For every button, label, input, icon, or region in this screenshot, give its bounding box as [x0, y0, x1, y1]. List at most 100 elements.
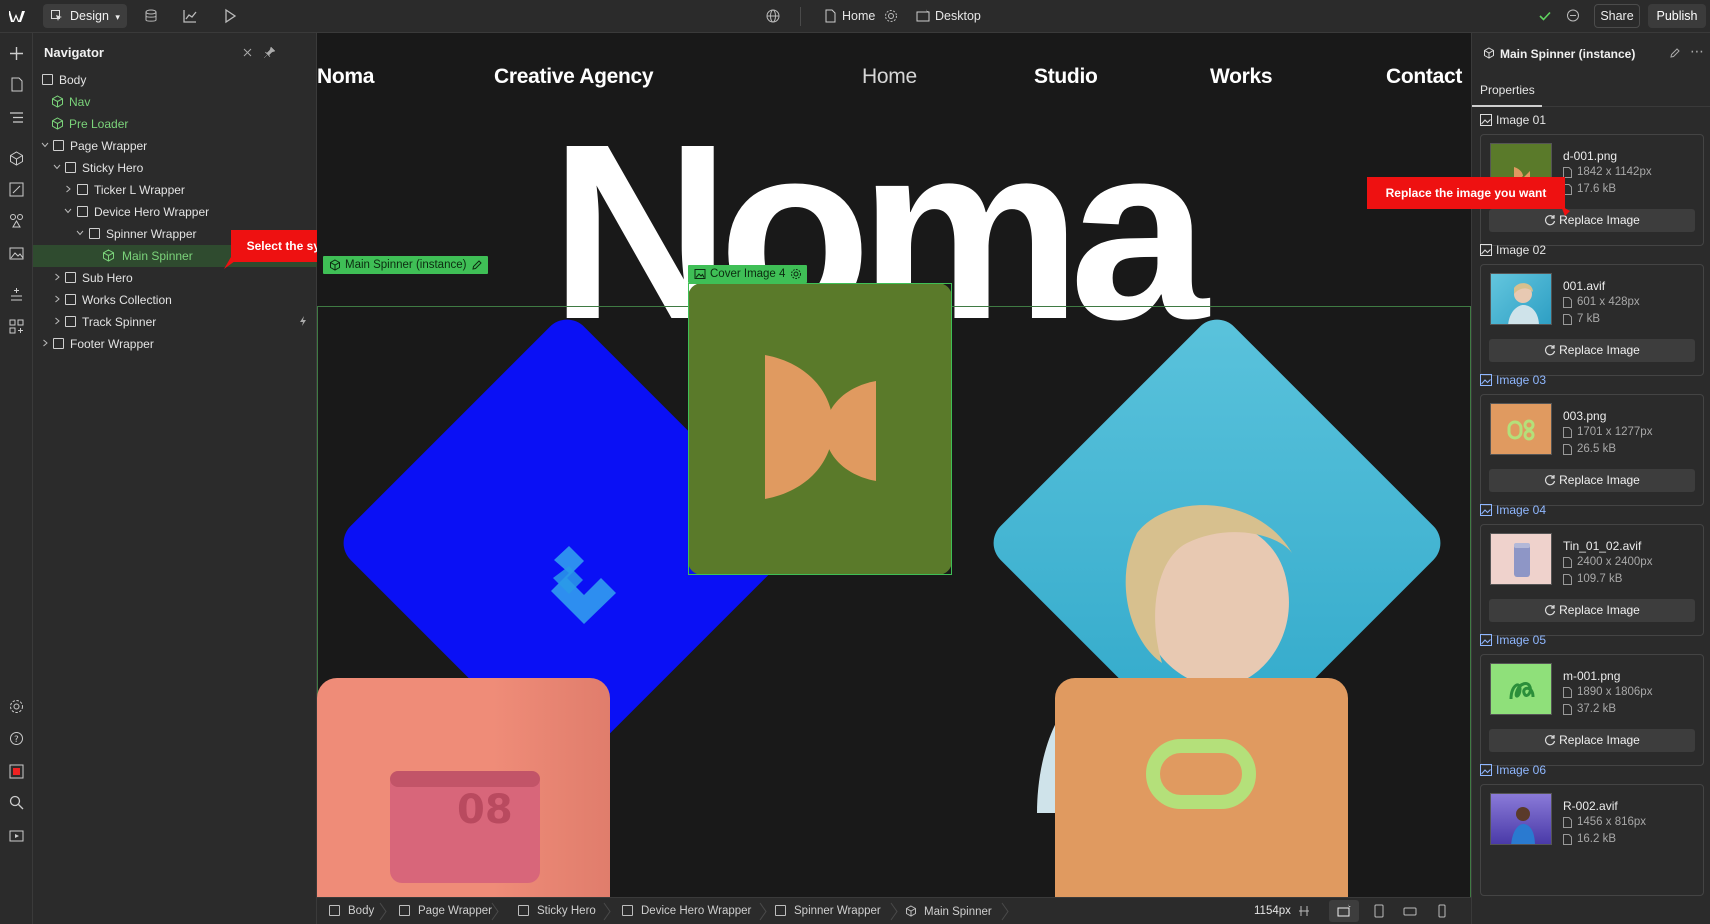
component-icon: [330, 259, 340, 271]
tree-item-device-hero-wrapper[interactable]: Device Hero Wrapper: [33, 201, 317, 223]
site-brand[interactable]: Noma: [317, 65, 374, 89]
breadcrumb-main-spinner[interactable]: Main Spinner: [905, 905, 992, 918]
breadcrumb-spinner-wrapper[interactable]: Spinner Wrapper: [775, 905, 881, 917]
tree-item-body[interactable]: Body: [33, 69, 317, 91]
chevron-right-icon[interactable]: [52, 272, 62, 282]
breakpoint-label[interactable]: Desktop: [935, 8, 981, 24]
properties-tab[interactable]: Properties: [1480, 83, 1535, 97]
image-01-label: Image 01: [1480, 113, 1546, 127]
refresh-icon: [1545, 475, 1556, 486]
image-thumbnail[interactable]: [1490, 793, 1552, 845]
breadcrumb-device-hero-wrapper[interactable]: Device Hero Wrapper: [622, 905, 751, 917]
publish-button[interactable]: Publish: [1648, 4, 1706, 28]
image-05-label: Image 05: [1480, 633, 1546, 647]
element-box-icon: [65, 316, 76, 327]
chevron-down-icon[interactable]: [63, 206, 73, 216]
tree-item-nav[interactable]: Nav: [33, 91, 317, 113]
settings-gear-icon[interactable]: [8, 698, 25, 715]
tree-item-works-collection[interactable]: Works Collection: [33, 289, 317, 311]
image-03-label: Image 03: [1480, 373, 1546, 387]
callout-pointer: [224, 257, 235, 269]
canvas-width-readout[interactable]: 1154px: [1254, 905, 1291, 917]
record-icon[interactable]: [8, 763, 25, 780]
design-canvas[interactable]: Noma Creative Agency Home Studio Works C…: [317, 33, 1471, 897]
image-thumbnail[interactable]: [1490, 533, 1552, 585]
edit-pencil-icon[interactable]: [471, 259, 483, 271]
globe-icon[interactable]: [765, 8, 781, 24]
chevron-down-icon[interactable]: [75, 228, 85, 238]
tablet-breakpoint-icon[interactable]: [1371, 903, 1387, 919]
assets-icon[interactable]: [8, 245, 25, 262]
chevron-down-icon[interactable]: [40, 140, 50, 150]
comments-icon[interactable]: [1565, 8, 1581, 24]
tree-item-ticker-l-wrapper[interactable]: Ticker L Wrapper: [33, 179, 317, 201]
replace-image-button[interactable]: Replace Image: [1489, 469, 1695, 492]
image-thumbnail[interactable]: [1490, 273, 1552, 325]
more-options-icon[interactable]: ⋯: [1690, 43, 1704, 60]
design-mode-button[interactable]: Design ▾: [43, 4, 127, 28]
settings-gear-icon[interactable]: [790, 268, 802, 280]
replace-image-button[interactable]: Replace Image: [1489, 599, 1695, 622]
video-tutorials-icon[interactable]: [8, 827, 25, 844]
desktop-breakpoint-icon[interactable]: [1336, 903, 1352, 919]
breadcrumb-body[interactable]: Body: [329, 905, 374, 917]
element-box-icon: [42, 74, 53, 85]
width-resize-icon[interactable]: [1296, 903, 1312, 919]
tree-item-pre-loader[interactable]: Pre Loader: [33, 113, 317, 135]
components-icon[interactable]: [8, 150, 25, 167]
interactions-icon[interactable]: [8, 286, 25, 303]
site-nav-home[interactable]: Home: [862, 65, 917, 89]
site-nav-studio[interactable]: Studio: [1034, 65, 1098, 89]
component-icon: [906, 905, 916, 917]
breadcrumb-sticky-hero[interactable]: Sticky Hero: [518, 905, 596, 917]
image-thumbnail[interactable]: [1490, 663, 1552, 715]
cms-database-icon[interactable]: [143, 8, 159, 24]
collapse-icon[interactable]: [241, 46, 254, 59]
pin-icon[interactable]: [263, 46, 276, 59]
site-nav-contact[interactable]: Contact: [1386, 65, 1462, 89]
mobile-portrait-breakpoint-icon[interactable]: [1434, 903, 1450, 919]
pages-icon[interactable]: [8, 76, 25, 93]
image-icon: [1480, 114, 1492, 126]
chevron-right-icon[interactable]: [63, 184, 73, 194]
image-06-card: R-002.avif 1456 x 816px 16.2 kB: [1480, 784, 1704, 896]
help-icon[interactable]: ?: [8, 730, 25, 747]
chevron-down-icon[interactable]: [52, 162, 62, 172]
replace-image-button[interactable]: Replace Image: [1489, 209, 1695, 232]
tree-item-sticky-hero[interactable]: Sticky Hero: [33, 157, 317, 179]
main-spinner-instance-tag[interactable]: Main Spinner (instance): [323, 256, 489, 274]
chevron-right-icon[interactable]: [52, 316, 62, 326]
cover-image-tag[interactable]: Cover Image 4: [688, 265, 808, 283]
edit-component-icon[interactable]: [1669, 47, 1681, 59]
site-nav-works[interactable]: Works: [1210, 65, 1273, 89]
tree-item-sub-hero[interactable]: Sub Hero: [33, 267, 317, 289]
style-selectors-icon[interactable]: [8, 212, 25, 229]
search-icon[interactable]: [8, 794, 25, 811]
replace-image-button[interactable]: Replace Image: [1489, 729, 1695, 752]
webflow-logo-icon[interactable]: [8, 8, 27, 24]
image-icon: [1480, 504, 1492, 516]
navigator-icon[interactable]: [8, 109, 25, 126]
breadcrumb-page-wrapper[interactable]: Page Wrapper: [399, 905, 492, 917]
image-thumbnail[interactable]: [1490, 403, 1552, 455]
analytics-icon[interactable]: [182, 8, 198, 24]
element-box-icon: [775, 905, 786, 916]
page-settings-gear-icon[interactable]: [883, 8, 899, 24]
image-dimensions: 601 x 428px: [1563, 296, 1640, 308]
apps-icon[interactable]: [8, 318, 25, 335]
chevron-right-icon[interactable]: [40, 338, 50, 348]
image-icon: [1480, 634, 1492, 646]
tree-item-page-wrapper[interactable]: Page Wrapper: [33, 135, 317, 157]
mobile-landscape-breakpoint-icon[interactable]: [1402, 903, 1418, 919]
breadcrumb-separator: [1001, 902, 1009, 921]
tree-item-footer-wrapper[interactable]: Footer Wrapper: [33, 333, 317, 355]
variables-icon[interactable]: [8, 181, 25, 198]
image-icon: [1480, 764, 1492, 776]
replace-image-button[interactable]: Replace Image: [1489, 339, 1695, 362]
add-elements-icon[interactable]: [8, 45, 25, 62]
share-button[interactable]: Share: [1594, 4, 1640, 28]
preview-play-icon[interactable]: [222, 8, 238, 24]
tree-item-track-spinner[interactable]: Track Spinner: [33, 311, 317, 333]
chevron-right-icon[interactable]: [52, 294, 62, 304]
current-page-label[interactable]: Home: [842, 8, 875, 24]
